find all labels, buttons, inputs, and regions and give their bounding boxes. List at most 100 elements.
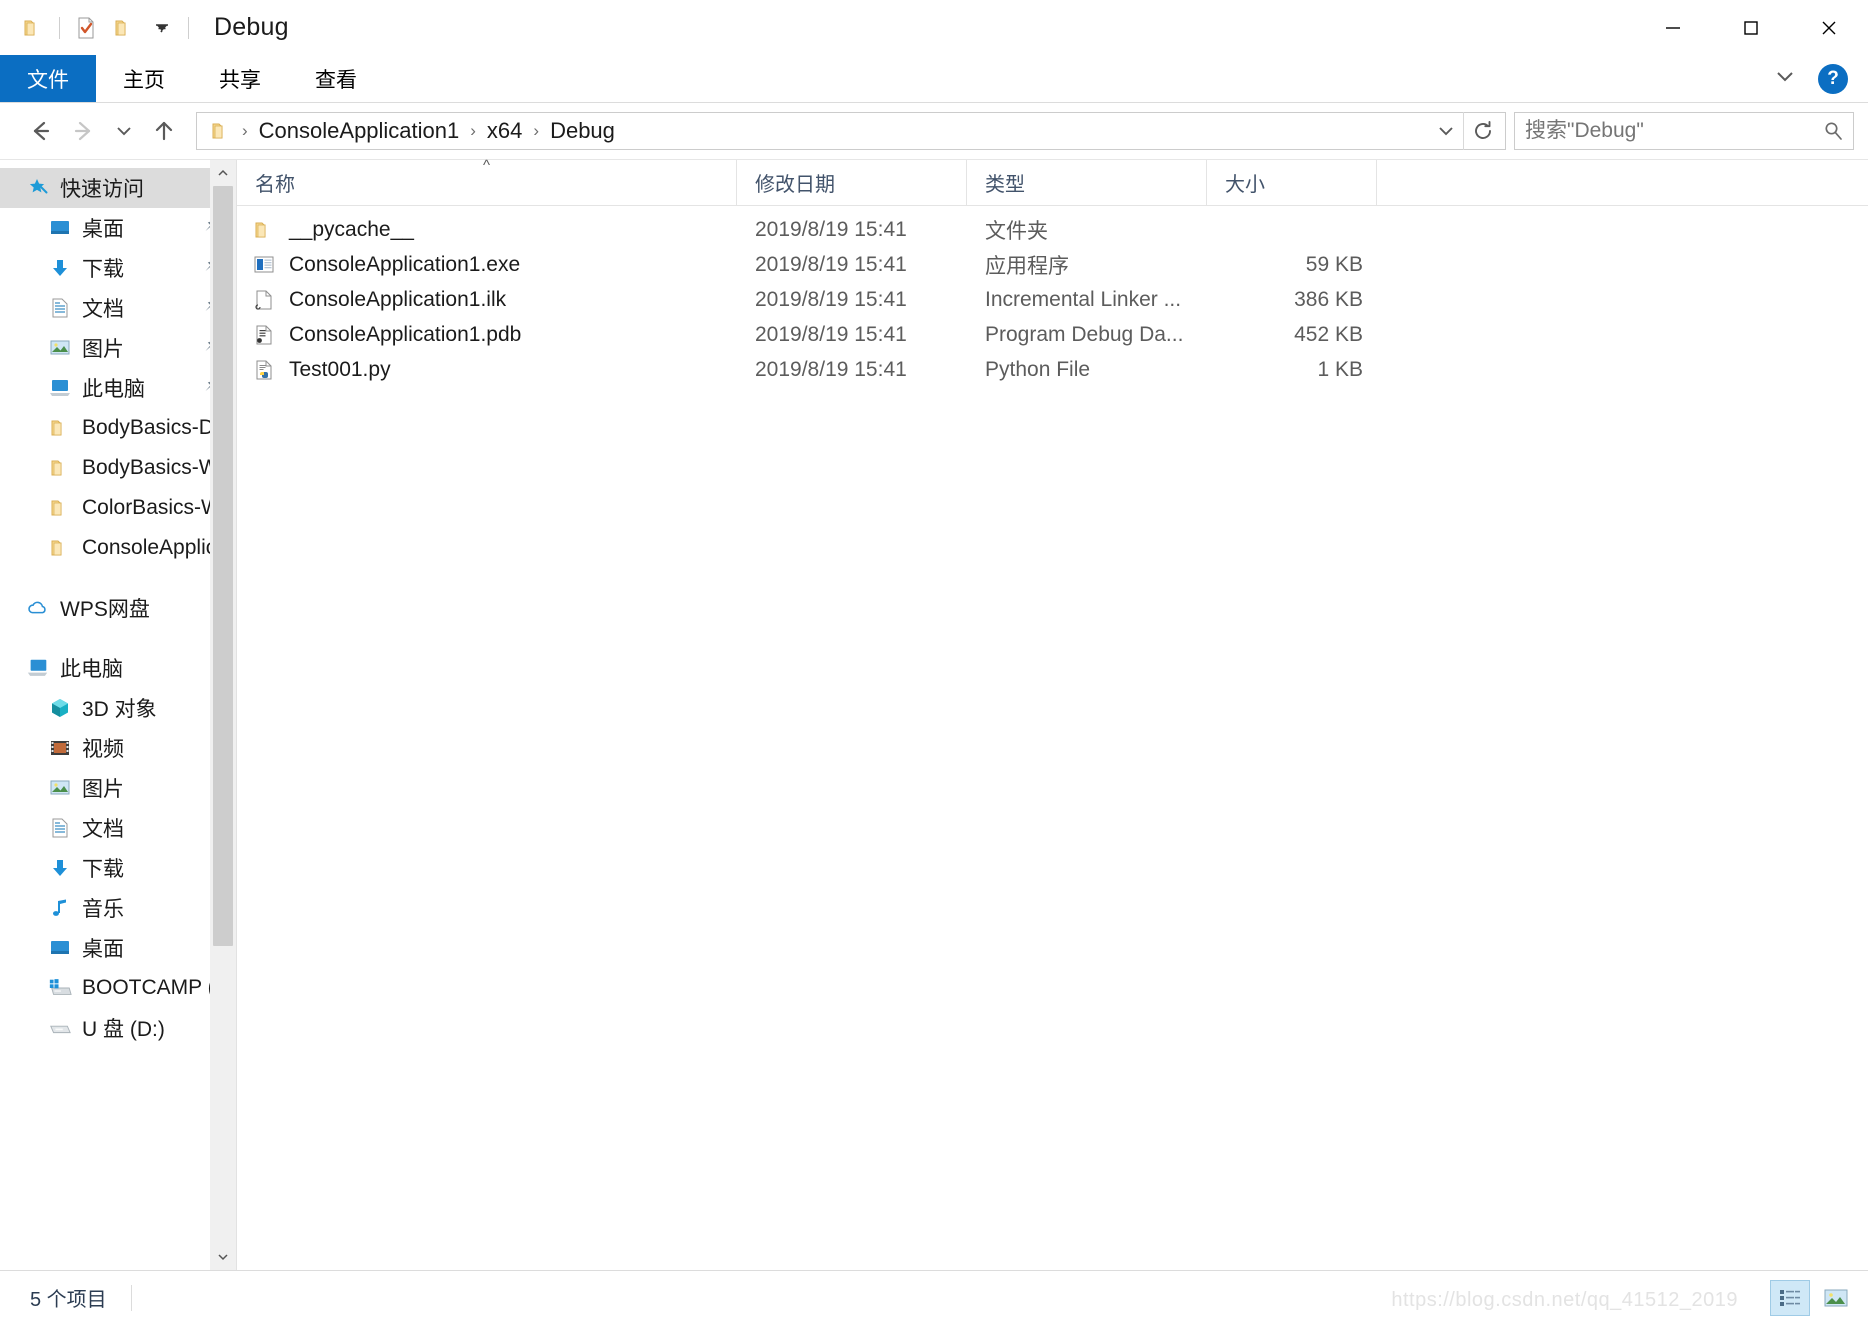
forward-button[interactable] <box>62 111 106 151</box>
minimize-button[interactable] <box>1634 0 1712 55</box>
file-rows: __pycache__ 2019/8/19 15:41 文件夹 ConsoleA… <box>237 206 1868 1270</box>
sidebar-item-desktop[interactable]: 桌面 <box>0 208 236 248</box>
sidebar-label: U 盘 (D:) <box>82 1018 165 1041</box>
chevron-down-icon[interactable] <box>1770 61 1800 96</box>
close-button[interactable] <box>1790 0 1868 55</box>
recent-locations-button[interactable] <box>106 111 142 151</box>
sidebar-label: 下载 <box>82 258 124 281</box>
sidebar-item-wps-cloud[interactable]: WPS网盘 <box>0 588 236 628</box>
file-type: 文件夹 <box>985 219 1048 243</box>
desktop-icon <box>48 216 72 240</box>
file-name-cell[interactable]: ConsoleApplication1.exe <box>237 247 737 282</box>
sidebar-item-downloads[interactable]: 下载 <box>0 248 236 288</box>
breadcrumb-folder-icon <box>207 119 235 143</box>
this-pc-icon <box>26 656 50 680</box>
sidebar-item-consoleapplication1[interactable]: ConsoleApplication1 <box>0 528 236 568</box>
table-row[interactable]: Test001.py 2019/8/19 15:41 Python File 1… <box>237 352 1868 387</box>
file-name-cell[interactable]: __pycache__ <box>237 212 737 247</box>
breadcrumb-separator[interactable]: › <box>463 121 483 141</box>
tab-view[interactable]: 查看 <box>288 55 384 102</box>
file-name-cell[interactable]: ConsoleApplication1.ilk <box>237 282 737 317</box>
file-name-cell[interactable]: ConsoleApplication1.pdb <box>237 317 737 352</box>
scroll-down-arrow-icon[interactable] <box>210 1244 236 1270</box>
sidebar-item-this-pc[interactable]: 此电脑 <box>0 648 236 688</box>
file-size: 59 KB <box>1305 252 1363 276</box>
chevron-down-icon[interactable] <box>1429 113 1463 149</box>
sidebar-item-bodybasics-d2d[interactable]: BodyBasics-D2D <box>0 408 236 448</box>
breadcrumb-bar[interactable]: › ConsoleApplication1 › x64 › Debug <box>196 112 1506 150</box>
explorer-body: 快速访问 桌面 下载 文档 图片 此电脑 BodyBasics-D2D Body… <box>0 157 1868 1270</box>
usb-drive-icon <box>48 1016 72 1040</box>
back-button[interactable] <box>18 111 62 151</box>
breadcrumb-separator[interactable]: › <box>526 121 546 141</box>
file-size: 1 KB <box>1317 357 1363 381</box>
sidebar-item-bootcamp-drive[interactable]: BOOTCAMP (C:) <box>0 968 236 1008</box>
column-header-type[interactable]: 类型 <box>967 160 1207 205</box>
search-icon[interactable] <box>1821 119 1845 143</box>
tab-share[interactable]: 共享 <box>192 55 288 102</box>
sidebar-label: 快速访问 <box>60 178 144 201</box>
breadcrumb-item-0[interactable]: ConsoleApplication1 <box>255 118 464 144</box>
sidebar-item-usb-drive[interactable]: U 盘 (D:) <box>0 1008 236 1048</box>
refresh-icon[interactable] <box>1463 112 1501 150</box>
toolbar-divider <box>59 16 60 39</box>
file-type: Python File <box>985 357 1091 381</box>
sidebar-item-bodybasics-wpf[interactable]: BodyBasics-WPF <box>0 448 236 488</box>
properties-icon[interactable] <box>67 9 105 47</box>
up-button[interactable] <box>142 111 186 151</box>
title-bar: Debug <box>0 0 1868 55</box>
column-header-size[interactable]: 大小 <box>1207 160 1377 205</box>
videos-icon <box>48 736 72 760</box>
sidebar-item-videos[interactable]: 视频 <box>0 728 236 768</box>
details-view-button[interactable] <box>1770 1279 1810 1316</box>
navigation-scrollbar[interactable] <box>210 160 236 1270</box>
breadcrumb-separator[interactable]: › <box>235 121 255 141</box>
breadcrumb-item-1[interactable]: x64 <box>483 118 526 144</box>
tab-home[interactable]: 主页 <box>96 55 192 102</box>
file-type: Program Debug Da... <box>985 322 1184 346</box>
search-input[interactable] <box>1525 119 1821 143</box>
column-header-name[interactable]: ^ 名称 <box>237 157 737 205</box>
column-label: 名称 <box>255 174 295 196</box>
sidebar-item-pictures-pc[interactable]: 图片 <box>0 768 236 808</box>
customize-dropdown-icon[interactable] <box>143 9 181 47</box>
column-header-date[interactable]: 修改日期 <box>737 160 967 205</box>
help-icon[interactable]: ? <box>1818 63 1848 94</box>
sidebar-item-music[interactable]: 音乐 <box>0 888 236 928</box>
folder-icon[interactable] <box>14 9 52 47</box>
sidebar-item-desktop-pc[interactable]: 桌面 <box>0 928 236 968</box>
table-row[interactable]: ConsoleApplication1.pdb 2019/8/19 15:41 … <box>237 317 1868 352</box>
file-date: 2019/8/19 15:41 <box>755 322 907 346</box>
sidebar-label: 图片 <box>82 778 124 801</box>
maximize-button[interactable] <box>1712 0 1790 55</box>
file-date: 2019/8/19 15:41 <box>755 217 907 241</box>
desktop-icon <box>48 936 72 960</box>
search-box[interactable] <box>1514 112 1854 150</box>
table-row[interactable]: __pycache__ 2019/8/19 15:41 文件夹 <box>237 212 1868 247</box>
new-folder-icon[interactable] <box>105 9 143 47</box>
sidebar-item-this-pc-qa[interactable]: 此电脑 <box>0 368 236 408</box>
tab-file[interactable]: 文件 <box>0 55 96 102</box>
sidebar-item-quick-access[interactable]: 快速访问 <box>0 168 236 208</box>
breadcrumb-item-2[interactable]: Debug <box>546 118 619 144</box>
scrollbar-track[interactable] <box>210 186 236 1244</box>
sidebar-item-pictures[interactable]: 图片 <box>0 328 236 368</box>
sidebar-label: 此电脑 <box>60 658 123 681</box>
table-row[interactable]: ConsoleApplication1.ilk 2019/8/19 15:41 … <box>237 282 1868 317</box>
item-count-label: 5 个项目 <box>30 1289 107 1311</box>
sidebar-item-documents[interactable]: 文档 <box>0 288 236 328</box>
file-name-cell[interactable]: Test001.py <box>237 352 737 387</box>
folder-icon <box>48 456 72 480</box>
scroll-up-arrow-icon[interactable] <box>210 160 236 186</box>
pdb-file-icon <box>251 322 277 348</box>
sidebar-item-3d-objects[interactable]: 3D 对象 <box>0 688 236 728</box>
large-icons-view-button[interactable] <box>1816 1280 1856 1316</box>
sidebar-item-colorbasics-wpf[interactable]: ColorBasics-WPF <box>0 488 236 528</box>
scrollbar-thumb[interactable] <box>213 186 233 946</box>
sidebar-item-downloads-pc[interactable]: 下载 <box>0 848 236 888</box>
sidebar-item-documents-pc[interactable]: 文档 <box>0 808 236 848</box>
table-row[interactable]: ConsoleApplication1.exe 2019/8/19 15:41 … <box>237 247 1868 282</box>
file-list-view: ^ 名称 修改日期 类型 大小 __pycache__ 2019/8/19 15… <box>237 157 1868 1270</box>
ilk-file-icon <box>251 287 277 313</box>
title-divider <box>188 16 189 39</box>
